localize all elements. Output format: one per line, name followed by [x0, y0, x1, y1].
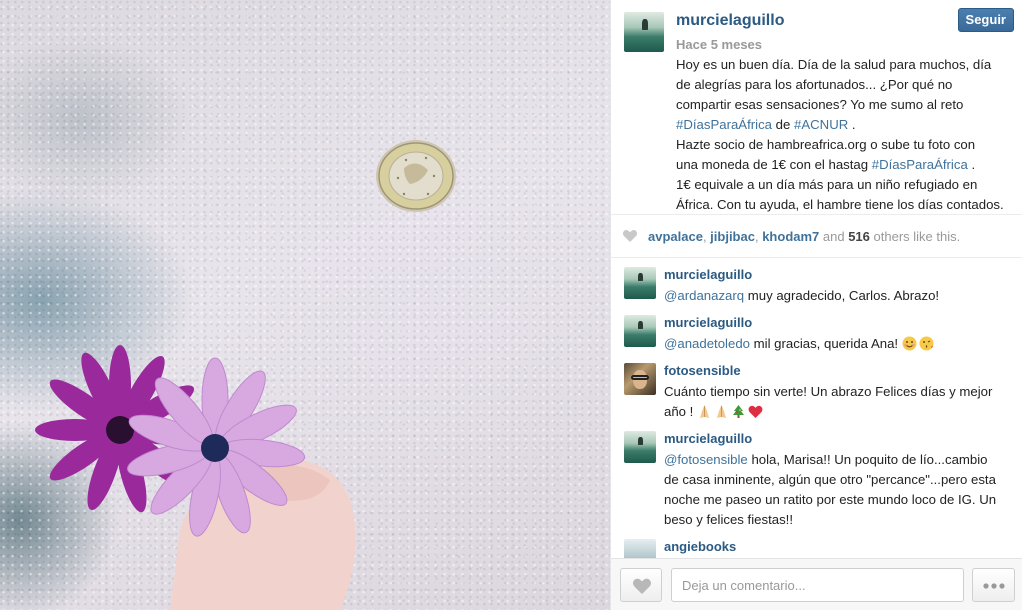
mention-link[interactable]: @fotosensible — [664, 452, 748, 467]
commenter-avatar[interactable] — [624, 363, 656, 395]
commenter-avatar[interactable] — [624, 431, 656, 463]
post-timestamp: Hace 5 meses — [676, 37, 763, 52]
mention-link[interactable]: @ardanazarq — [664, 288, 744, 303]
like-heart-icon — [632, 578, 652, 594]
comment-text: @anadetoledo mil gracias, querida Ana! — [664, 334, 1016, 354]
comment-footer — [611, 558, 1022, 610]
praying-hands-emoji — [700, 405, 709, 418]
comments-list[interactable]: murcielaguillo @ardanazarq muy agradecido… — [611, 259, 1022, 558]
likes-text: avpalace, jibjibac, khodam7 and 516 othe… — [648, 229, 961, 244]
caption-line: #DíasParaÁfrica de #ACNUR . — [676, 117, 856, 132]
red-heart-emoji — [748, 405, 763, 418]
liker-username[interactable]: jibjibac — [710, 229, 755, 244]
hashtag-link[interactable]: #DíasParaÁfrica — [676, 117, 772, 132]
comment-line: @ardanazarq muy agradecido, Carlos. Abra… — [664, 288, 940, 303]
commenter-avatar[interactable] — [624, 315, 656, 347]
more-options-icon — [983, 583, 1005, 589]
comment-line: de casa inminente, algún que otro "perca… — [664, 472, 996, 487]
caption-line: Hoy es un buen día. Día de la salud para… — [676, 57, 992, 72]
likes-count[interactable]: 516 — [848, 229, 870, 244]
comment-text: Cuánto tiempo sin verte! Un abrazo Felic… — [664, 382, 1016, 422]
comment-line: Cuánto tiempo sin verte! Un abrazo Felic… — [664, 384, 993, 399]
commenter-username[interactable]: murcielaguillo — [664, 431, 752, 446]
comment-text: @fotosensible hola, Marisa!! Un poquito … — [664, 450, 1016, 530]
commenter-username[interactable]: angiebooks — [664, 539, 736, 554]
commenter-username[interactable]: fotosensible — [664, 363, 741, 378]
post-detail-panel: murcielaguillo Hace 5 meses Seguir Hoy e… — [610, 0, 1022, 610]
caption-line: África. Con tu ayuda, el hambre tiene lo… — [676, 197, 1004, 212]
author-avatar[interactable] — [624, 12, 664, 52]
post-photo[interactable] — [0, 0, 610, 610]
caption-line: Hazte socio de hambreafrica.org o sube t… — [676, 137, 976, 152]
commenter-avatar[interactable] — [624, 539, 656, 558]
post-header: murcielaguillo Hace 5 meses Seguir Hoy e… — [611, 0, 1022, 214]
christmas-tree-emoji — [733, 405, 744, 418]
comment-text: @ardanazarq muy agradecido, Carlos. Abra… — [664, 286, 1016, 306]
post-caption: Hoy es un buen día. Día de la salud para… — [676, 55, 1021, 215]
hashtag-link[interactable]: #ACNUR — [794, 117, 848, 132]
caption-line: una moneda de 1€ con el hastag #DíasPara… — [676, 157, 976, 172]
comment-line: @fotosensible hola, Marisa!! Un poquito … — [664, 452, 988, 467]
comment-input[interactable] — [671, 568, 964, 602]
comment-line: beso y felices fiestas!! — [664, 512, 794, 527]
comment-line: año ! — [664, 402, 1016, 422]
follow-button[interactable]: Seguir — [957, 8, 1014, 32]
caption-line: compartir esas sensaciones? Yo me sumo a… — [676, 97, 964, 112]
hand-with-flowers-image — [35, 345, 356, 610]
likes-bar: avpalace, jibjibac, khodam7 and 516 othe… — [611, 214, 1022, 258]
praying-hands-emoji — [717, 405, 726, 418]
euro-coin-image — [376, 140, 456, 212]
kissing-face-emoji — [919, 336, 934, 351]
mention-link[interactable]: @anadetoledo — [664, 336, 750, 351]
heart-icon — [622, 229, 638, 242]
more-options-button[interactable] — [972, 568, 1015, 602]
commenter-username[interactable]: murcielaguillo — [664, 315, 752, 330]
comment-line: @anadetoledo mil gracias, querida Ana! — [664, 334, 1016, 354]
liker-username[interactable]: khodam7 — [762, 229, 819, 244]
comment-line: noche me paseo un ratito por este mundo … — [664, 492, 997, 507]
commenter-avatar[interactable] — [624, 267, 656, 299]
caption-line: 1€ equivale a un día más para un niño re… — [676, 177, 978, 192]
liker-username[interactable]: avpalace — [648, 229, 703, 244]
caption-line: de alegrías para los afortunados... ¿Por… — [676, 77, 953, 92]
like-button[interactable] — [620, 568, 662, 602]
author-username[interactable]: murcielaguillo — [676, 12, 784, 30]
commenter-username[interactable]: murcielaguillo — [664, 267, 752, 282]
hashtag-link[interactable]: #DíasParaÁfrica — [872, 157, 968, 172]
smiling-face-emoji — [902, 336, 917, 351]
